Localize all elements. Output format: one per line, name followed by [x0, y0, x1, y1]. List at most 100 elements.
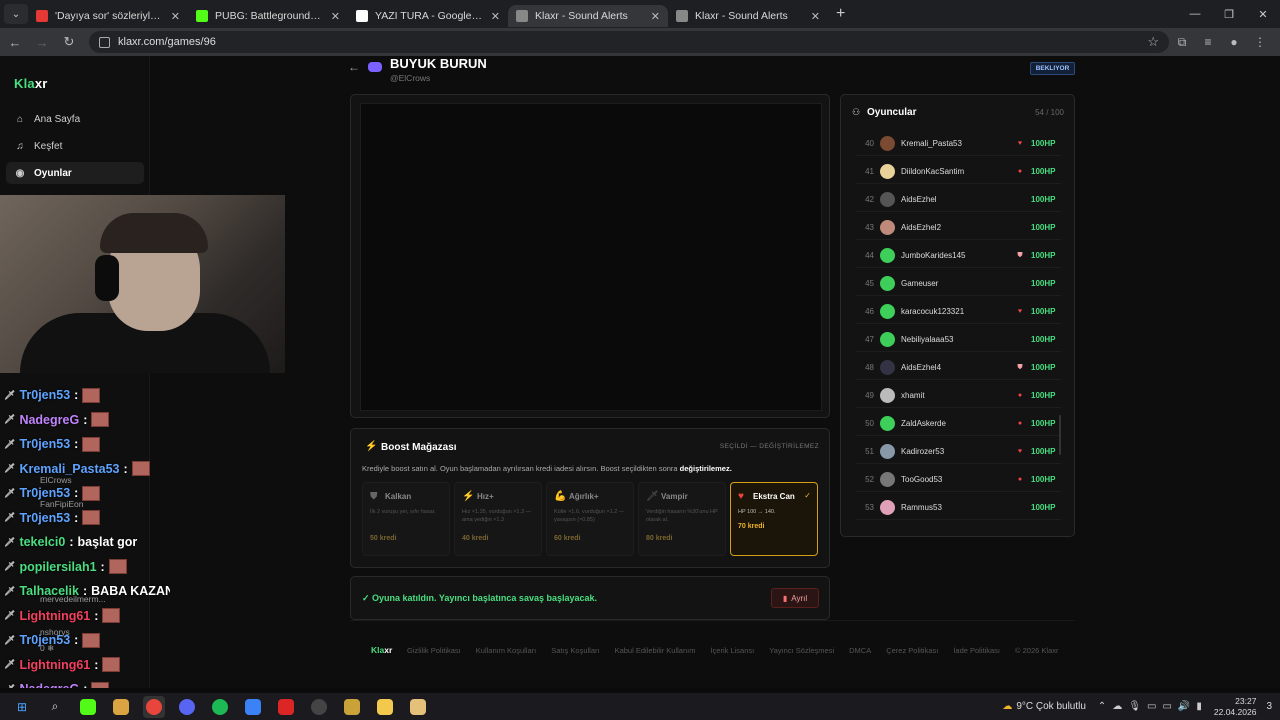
browser-tab[interactable]: PUBG: Battlegrounds Streaming ✕ — [188, 5, 348, 27]
tab-strip: 'Dayıya sor' sözleriyle fenomen✕PUBG: Ba… — [28, 1, 828, 27]
profile-avatar[interactable]: ● — [1221, 30, 1247, 54]
back-arrow-icon[interactable]: ← — [348, 60, 360, 74]
boost-card-hz[interactable]: ⚡ Hız+ Hız ×1.35, vurduğun ×1.3 — ama yedi… — [454, 482, 542, 556]
leave-button[interactable]: ▮ Ayrıl — [771, 588, 819, 608]
browser-tab[interactable]: 'Dayıya sor' sözleriyle fenomen ✕ — [28, 5, 188, 27]
boost-card-vampir[interactable]: 🗡 Vampir Verdiğin hasarın %30'unu HP olara… — [638, 482, 726, 556]
sidebar-item-home[interactable]: ⌂ Ana Sayfa — [6, 108, 144, 130]
shop-description: Krediyle boost satın al. Oyun başlamadan… — [362, 464, 732, 473]
players-scrollbar[interactable] — [1059, 415, 1061, 455]
sidebar-item-games[interactable]: ◉ Oyunlar — [6, 162, 144, 184]
forward-button[interactable]: → — [30, 30, 54, 54]
player-row[interactable]: 52 TooGood53 ● 100HP — [856, 468, 1061, 492]
weather-widget[interactable]: ☁ 9°C Çok bulutlu — [1002, 701, 1086, 712]
close-window-button[interactable]: ✕ — [1246, 0, 1280, 28]
footer-link[interactable]: Satış Koşulları — [551, 646, 599, 655]
player-row[interactable]: 41 DiildonKacSantim ● 100HP — [856, 160, 1061, 184]
app-icon-media[interactable] — [407, 696, 429, 718]
app-icon-discord[interactable] — [176, 696, 198, 718]
tab-close-icon[interactable]: ✕ — [171, 10, 180, 23]
tab-title: Klaxr - Sound Alerts — [535, 10, 628, 22]
chat-separator: : — [94, 608, 99, 623]
network-icon[interactable]: ▭ — [1162, 701, 1171, 712]
klaxr-logo[interactable]: Klaxr — [14, 76, 48, 91]
browser-tab[interactable]: Klaxr - Sound Alerts ✕ — [508, 5, 668, 27]
app-icon-kick[interactable] — [77, 696, 99, 718]
chat-message: 🗡 Lightning61: — [4, 655, 121, 675]
clock-date: 22.04.2026 — [1213, 706, 1257, 717]
reload-button[interactable]: ↻ — [57, 30, 81, 54]
tab-close-icon[interactable]: ✕ — [491, 10, 500, 23]
player-row[interactable]: 42 AidsEzhel 100HP — [856, 188, 1061, 212]
omnibox[interactable]: klaxr.com/games/96 ☆ — [89, 31, 1169, 53]
chat-badge-icon: 🗡 — [4, 561, 16, 571]
maximize-button[interactable]: ❐ — [1212, 0, 1246, 28]
status-badge: BEKLIYOR — [1030, 62, 1075, 75]
app-icon-chrome[interactable] — [143, 695, 165, 718]
footer-link[interactable]: Gizlilik Politikası — [407, 646, 461, 655]
back-button[interactable]: ← — [3, 30, 27, 54]
footer-link[interactable]: Kullanım Koşulları — [476, 646, 536, 655]
tab-close-icon[interactable]: ✕ — [811, 10, 820, 23]
player-row[interactable]: 53 Rammus53 100HP — [856, 496, 1061, 520]
footer-link[interactable]: Kabul Edilebilir Kullanım — [615, 646, 696, 655]
player-row[interactable]: 44 JumboKarides145 ⛊ 100HP — [856, 244, 1061, 268]
tab-list-icon[interactable]: ≡ — [1195, 30, 1221, 54]
boost-card-kalkan[interactable]: ⛊ Kalkan İlk 2 vuruşu yer, sıfır hasar. 50 … — [362, 482, 450, 556]
battery-icon[interactable]: ▮ — [1196, 701, 1202, 712]
app-icon-spotify[interactable] — [209, 696, 231, 718]
notification-icon[interactable]: 3 — [1266, 701, 1272, 712]
app-icon-network[interactable] — [242, 696, 264, 718]
extensions-icon[interactable]: ⧉ — [1169, 30, 1195, 54]
player-row[interactable]: 51 Kadirozer53 ♥ 100HP — [856, 440, 1061, 464]
footer-link[interactable]: Yayıncı Sözleşmesi — [769, 646, 834, 655]
boost-card-ekstracan[interactable]: ♥ Ekstra Can HP 100 → 140. 70 kredi ✓ — [730, 482, 818, 556]
footer-link[interactable]: İade Politikası — [953, 646, 1000, 655]
player-row[interactable]: 48 AidsEzhel4 ⛊ 100HP — [856, 356, 1061, 380]
menu-kebab-icon[interactable]: ⋮ — [1247, 30, 1273, 54]
minimize-button[interactable]: — — [1178, 0, 1212, 28]
cloud-sync-icon[interactable]: ☁ — [1112, 701, 1122, 712]
boost-card-arlk[interactable]: 💪 Ağırlık+ Kütle ×1.6, vurduğun ×1.2 — yav… — [546, 482, 634, 556]
sidebar-item-explore[interactable]: ♫ Keşfet — [6, 135, 144, 157]
search-icon[interactable]: ⌕ — [44, 696, 66, 718]
bookmark-star-icon[interactable]: ☆ — [1147, 34, 1159, 50]
player-row[interactable]: 45 Gameuser 100HP — [856, 272, 1061, 296]
player-row[interactable]: 50 ZaldAskerde ● 100HP — [856, 412, 1061, 436]
volume-icon[interactable]: 🔊 — [1178, 701, 1190, 712]
app-icon-game[interactable] — [110, 696, 132, 718]
app-icon-red[interactable] — [275, 696, 297, 718]
bolt-icon: ⚡ — [365, 441, 378, 452]
windows-start-icon[interactable]: ⊞ — [11, 696, 33, 718]
player-row[interactable]: 40 Kremali_Pasta53 ♥ 100HP — [856, 132, 1061, 156]
tab-close-icon[interactable]: ✕ — [331, 10, 340, 23]
player-row[interactable]: 47 Nebiliyalaaa53 100HP — [856, 328, 1061, 352]
player-row[interactable]: 49 xhamit ● 100HP — [856, 384, 1061, 408]
tab-search-button[interactable]: ⌄ — [4, 4, 28, 24]
app-icon-obs[interactable] — [308, 696, 330, 718]
chat-emote — [91, 412, 110, 427]
browser-tab[interactable]: YAZI TURA - Google Search ✕ — [348, 5, 508, 27]
footer-logo[interactable]: Klaxr — [371, 645, 392, 655]
player-row[interactable]: 43 AidsEzhel2 100HP — [856, 216, 1061, 240]
footer-link[interactable]: İçerik Lisansı — [710, 646, 754, 655]
footer-link[interactable]: DMCA — [849, 646, 871, 655]
new-tab-button[interactable]: + — [836, 5, 845, 23]
players-list[interactable]: 40 Kremali_Pasta53 ♥ 100HP 41 DiildonKacSanti… — [856, 127, 1061, 527]
tab-close-icon[interactable]: ✕ — [651, 10, 660, 23]
chevron-up-icon[interactable]: ⌃ — [1098, 701, 1106, 712]
footer-link[interactable]: © 2026 Klaxr — [1015, 646, 1058, 655]
sidebar-item-label: Ana Sayfa — [34, 113, 81, 125]
exit-icon: ▮ — [782, 593, 788, 603]
clock[interactable]: 23:27 22.04.2026 — [1214, 696, 1257, 716]
browser-tab[interactable]: Klaxr - Sound Alerts ✕ — [668, 5, 828, 27]
app-icon-game2[interactable] — [341, 696, 363, 718]
site-info-icon[interactable] — [99, 36, 110, 48]
player-row[interactable]: 46 karacocuk123321 ♥ 100HP — [856, 300, 1061, 324]
microphone-icon[interactable]: 🎙 — [1128, 701, 1141, 712]
player-name: Kadirozer53 — [901, 447, 945, 456]
file-explorer-icon[interactable] — [374, 696, 396, 718]
footer-link[interactable]: Çerez Politikası — [886, 646, 938, 655]
game-canvas[interactable] — [360, 103, 822, 411]
display-icon[interactable]: ▭ — [1147, 701, 1156, 712]
